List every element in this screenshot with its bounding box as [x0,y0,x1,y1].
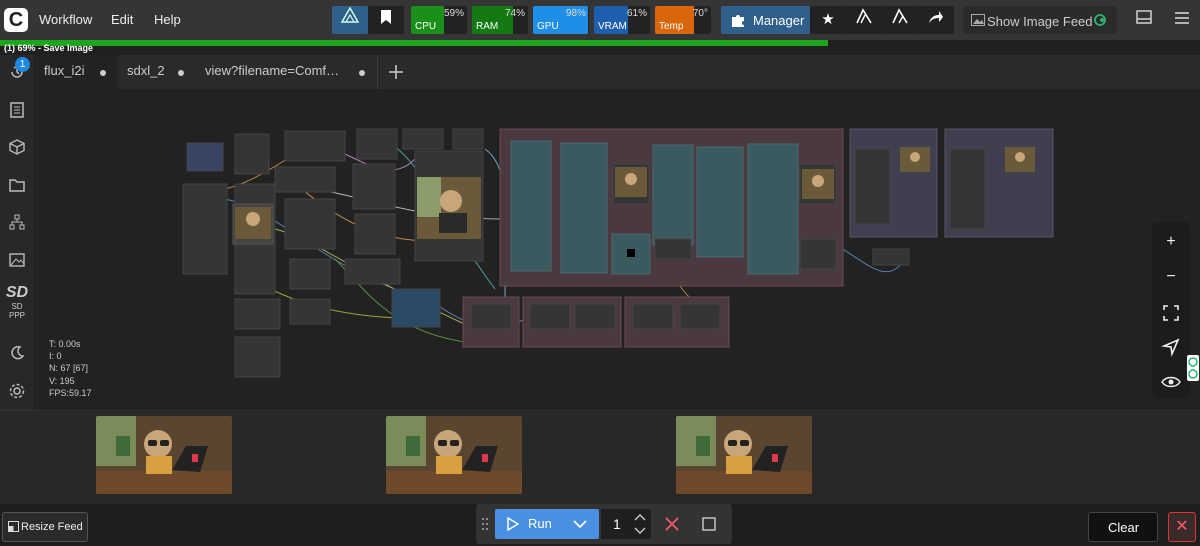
share-icon[interactable] [918,6,954,34]
ram-label: RAM [476,21,499,32]
gallery-icon[interactable] [8,251,26,269]
tab-label: view?filename=Comf… [205,63,340,78]
workflow-icon[interactable] [846,6,882,34]
unsaved-dot-icon[interactable] [100,70,106,76]
add-tab-icon[interactable] [388,64,404,80]
feed-refresh-icon [1094,14,1106,26]
ram-value: 74% [504,8,525,19]
tab-label: sdxl_2 [127,63,165,78]
sdppp-label: SD PPP [8,302,25,320]
run-label: Run [528,516,552,531]
vram-label: VRAM [598,21,627,32]
progress-area: (1) 69% - Save Image [0,40,1200,55]
settings-gear-icon[interactable] [8,382,26,400]
feed-thumbnail[interactable] [96,416,232,494]
top-bar: C Workflow Edit Help 59% CPU 74% RAM 98%… [0,0,1200,40]
tab-label: flux_i2i [44,63,85,78]
ram-monitor: 74% RAM [472,6,528,34]
image-icon [971,14,985,26]
chevron-down-icon[interactable] [634,527,646,535]
tab-sdxl-2[interactable]: sdxl_2 [118,55,197,89]
progress-text: (1) 69% - Save Image [4,43,94,53]
stat-nodes: N: 67 [67] [49,363,89,374]
temp-label: Temp [659,21,684,32]
navigate-icon[interactable] [1161,337,1181,357]
stat-fps: FPS:59.17 [49,387,92,398]
model-icon[interactable] [882,6,918,34]
cancel-run-icon[interactable] [665,517,679,531]
clear-label: Clear [1108,520,1140,535]
cpu-label: CPU [415,21,437,32]
cpu-monitor: 59% CPU [411,6,467,34]
batch-count-stepper[interactable]: 1 [601,509,651,539]
resize-icon [8,521,19,532]
close-feed-icon[interactable]: ✕ [1168,512,1196,542]
run-mode-chevron-down-icon[interactable] [573,519,587,529]
run-button[interactable]: Run [495,509,599,539]
stop-icon[interactable] [702,517,716,531]
progress-bar [0,40,828,46]
unsaved-dot-icon[interactable] [359,70,365,76]
gpu-label: GPU [537,21,559,32]
node-tree-icon[interactable] [8,213,26,231]
gpu-monitor: 98% GPU [533,6,589,34]
zoom-out-icon[interactable]: − [1161,267,1181,287]
tab-view-file[interactable]: view?filename=Comf… [196,55,378,89]
tab-flux-i2i[interactable]: flux_i2i [35,55,119,91]
star-icon[interactable]: ★ [810,6,846,34]
canvas-stats: T: 0.00s I: 0 N: 67 [67] V: 195 FPS:59.1… [49,338,92,399]
menu-edit[interactable]: Edit [111,12,133,27]
clear-feed-button[interactable]: Clear [1088,512,1158,542]
drag-handle-icon[interactable] [481,517,489,531]
panel-toggle-icon[interactable] [1126,6,1162,34]
folder-icon[interactable] [8,176,26,194]
temp-value: 70° [692,8,708,19]
stat-i: I: 0 [49,351,62,362]
show-image-feed-button[interactable]: Show Image Feed [963,6,1117,34]
cube-icon[interactable] [8,138,26,156]
resize-feed-button[interactable]: Resize Feed [2,512,88,542]
manager-button[interactable]: Manager [721,6,810,34]
play-icon [507,517,519,531]
canvas-controls: + − [1152,222,1190,398]
bookmark-icon[interactable] [368,6,404,34]
sidebar: SD SD PPP [0,55,34,410]
unsaved-dot-icon[interactable] [178,70,184,76]
fit-view-icon[interactable] [1161,303,1181,323]
puzzle-icon [732,15,744,27]
workflow-tabs: flux_i2i sdxl_2 view?filename=Comf… [35,55,1200,91]
feed-thumbnail[interactable] [676,416,812,494]
feed-thumbnail[interactable] [386,416,522,494]
cpu-value: 59% [443,8,464,19]
image-feed [0,410,1200,505]
vram-value: 61% [626,8,647,19]
show-image-feed-label: Show Image Feed [987,14,1093,29]
run-toolbar: Run 1 [476,504,732,544]
zoom-in-icon[interactable]: + [1161,232,1181,252]
sdppp-icon[interactable]: SD SD PPP [3,284,31,320]
stat-time: T: 0.00s [49,339,81,349]
manager-label: Manager [753,13,805,28]
menu-help[interactable]: Help [154,12,181,27]
comfy-logo[interactable]: C [4,8,28,32]
temp-monitor: 70° Temp [655,6,711,34]
stat-v: V: 195 [49,375,75,386]
queue-badge: 1 [15,57,30,72]
node-graph-canvas[interactable] [35,89,1200,410]
moon-icon[interactable] [8,344,26,362]
batch-count-value: 1 [613,516,621,532]
gpu-value: 98% [565,8,586,19]
vram-monitor: 61% VRAM [594,6,650,34]
floating-mini-icon[interactable] [1187,355,1199,381]
eye-icon[interactable] [1161,372,1181,392]
node-graph [182,128,1054,378]
resize-feed-label: Resize Feed [21,521,83,533]
menu-workflow[interactable]: Workflow [39,12,92,27]
crystools-icon[interactable] [332,6,368,34]
chevron-up-icon[interactable] [634,513,646,521]
bottom-bar: Resize Feed Run 1 Clear ✕ [0,504,1200,546]
document-icon[interactable] [8,101,26,119]
hamburger-menu-icon[interactable] [1164,6,1200,34]
